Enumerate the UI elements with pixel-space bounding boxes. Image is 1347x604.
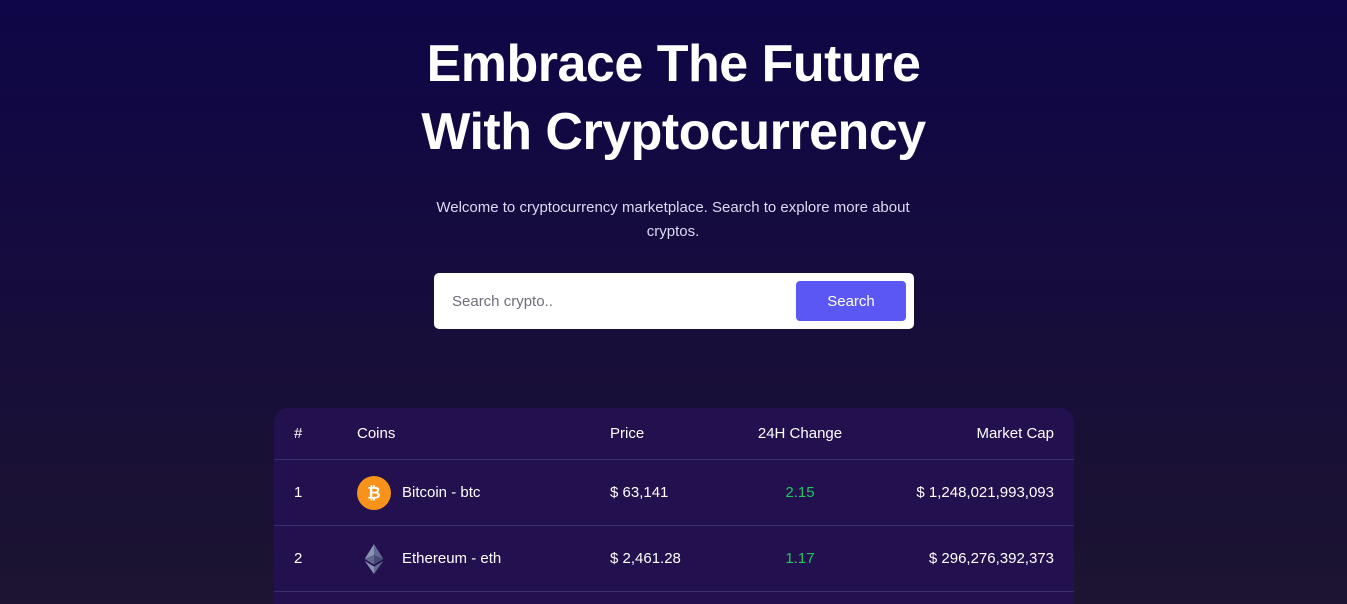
- row-market-cap: $ 296,276,392,373: [928, 550, 1054, 567]
- title-line-1: Embrace The Future: [426, 35, 921, 93]
- table-row[interactable]: 2 Ethereum - eth $ 2,461.28 1.17 $ 296,2…: [274, 526, 1074, 592]
- hero-subtitle: Welcome to cryptocurrency marketplace. S…: [436, 199, 910, 240]
- page-title: Embrace The Future With Cryptocurrency: [0, 30, 1347, 166]
- header-market-cap: Market Cap: [976, 425, 1054, 442]
- svg-text:₿: ₿: [367, 483, 380, 502]
- row-rank: 2: [294, 550, 303, 567]
- row-market-cap: $ 1,248,021,993,093: [916, 484, 1054, 501]
- row-24h-change: 2.15: [785, 484, 815, 501]
- row-coin-name: Ethereum - eth: [402, 550, 502, 567]
- table-row[interactable]: 1 ₿ Bitcoin - btc $ 63,141 2.15 $ 1,248,…: [274, 460, 1074, 526]
- header-rank: #: [294, 425, 303, 442]
- ethereum-icon: [357, 542, 391, 576]
- row-coin-name: Bitcoin - btc: [402, 484, 481, 501]
- row-rank: 1: [294, 484, 303, 501]
- search-button[interactable]: Search: [796, 281, 906, 321]
- title-line-2: With Cryptocurrency: [421, 103, 926, 161]
- search-box: Search: [434, 273, 914, 329]
- row-price: $ 2,461.28: [610, 550, 681, 567]
- crypto-table: # Coins Price 24H Change Market Cap 1 ₿ …: [274, 408, 1074, 604]
- header-coins: Coins: [357, 425, 396, 442]
- header-price: Price: [610, 425, 645, 442]
- header-24h-change: 24H Change: [757, 425, 843, 442]
- row-24h-change: 1.17: [785, 550, 815, 567]
- row-coin[interactable]: Ethereum - eth: [357, 526, 501, 591]
- row-price: $ 63,141: [610, 484, 669, 501]
- table-header: # Coins Price 24H Change Market Cap: [274, 408, 1074, 460]
- bitcoin-icon: ₿: [357, 475, 391, 510]
- row-coin[interactable]: ₿ Bitcoin - btc: [357, 460, 480, 525]
- search-input[interactable]: [434, 273, 789, 329]
